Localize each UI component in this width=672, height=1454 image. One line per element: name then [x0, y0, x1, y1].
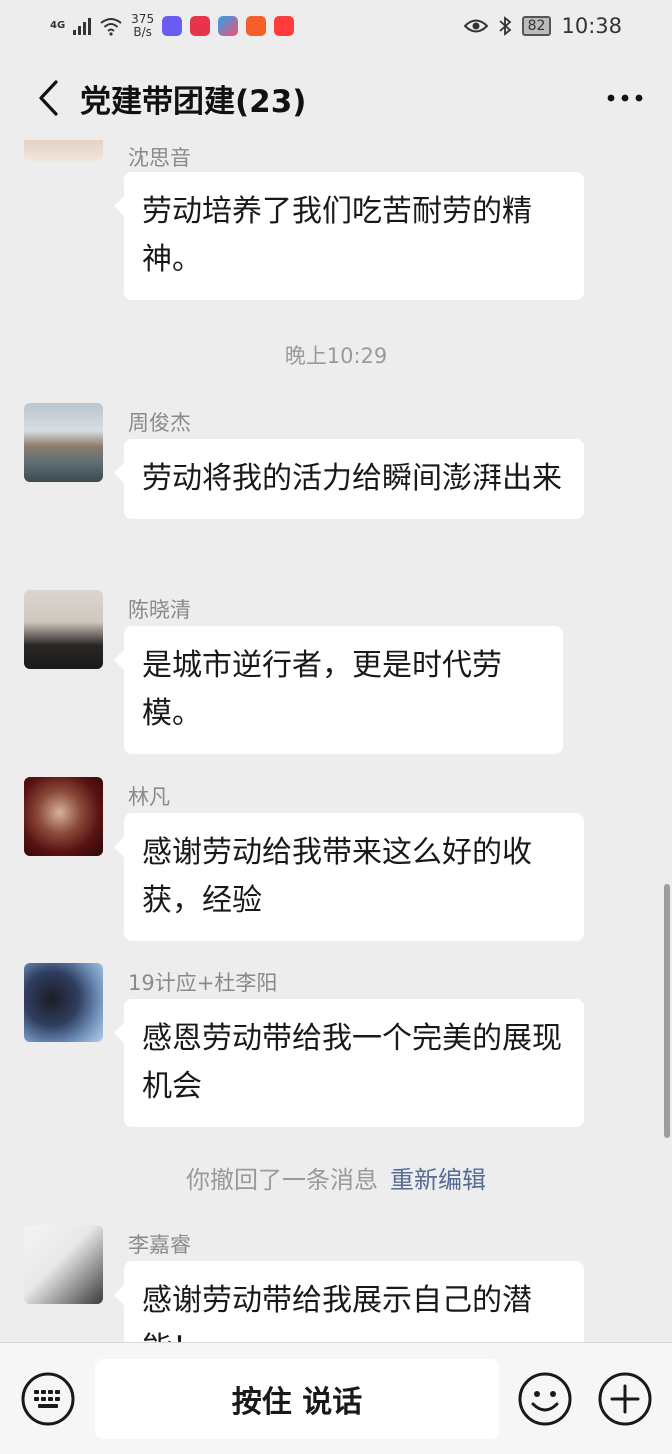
network-type: 4G	[50, 20, 66, 31]
video-app-icon	[162, 16, 183, 36]
back-button[interactable]	[18, 68, 78, 128]
input-bar: 按住 说话	[0, 1342, 672, 1454]
huawei-mall-icon	[274, 16, 295, 36]
message-bubble[interactable]: 感谢劳动带给我展示自己的潜能！	[114, 1261, 584, 1342]
avatar[interactable]	[24, 403, 103, 482]
message-bubble[interactable]: 是城市逆行者，更是时代劳模。	[114, 626, 563, 754]
chat-title: 党建带团建(23)	[80, 83, 307, 120]
sender-name: 李嘉睿	[128, 1233, 191, 1257]
more-icon	[607, 94, 643, 102]
sender-name: 林凡	[128, 785, 170, 809]
battery-level: 82	[521, 16, 552, 36]
status-time: 10:38	[561, 14, 622, 38]
network-speed: 375 B/s	[131, 13, 154, 39]
plus-circle-icon	[598, 1372, 652, 1426]
avatar[interactable]	[24, 963, 103, 1042]
network-speed-value: 375	[131, 12, 155, 26]
avatar[interactable]	[24, 777, 103, 856]
timestamp: 晚上10:29	[284, 344, 388, 368]
more-functions-button[interactable]	[597, 1371, 653, 1427]
avatar[interactable]	[24, 1225, 103, 1304]
emoji-button[interactable]	[517, 1371, 573, 1427]
keyboard-toggle-button[interactable]	[20, 1371, 76, 1427]
chat-area[interactable]: 沈思音 劳动培养了我们吃苦耐劳的精神。 晚上10:29 周俊杰 劳动将我的活力给…	[0, 140, 672, 1342]
nav-bar: 党建带团建(23)	[0, 56, 672, 140]
c-app-icon	[246, 16, 267, 36]
keyboard-icon	[21, 1372, 75, 1426]
avatar[interactable]	[24, 140, 103, 161]
status-left: 4G 375 B/s	[50, 13, 295, 39]
scrollbar[interactable]	[664, 884, 670, 1138]
sender-name: 19计应+杜李阳	[128, 971, 278, 995]
recall-notice: 你撤回了一条消息 重新编辑	[0, 1160, 672, 1195]
message-bubble[interactable]: 劳动将我的活力给瞬间澎湃出来	[114, 439, 584, 519]
bluetooth-icon	[499, 16, 512, 36]
message-bubble[interactable]: 感恩劳动带给我一个完美的展现机会	[114, 999, 584, 1127]
network-speed-unit: B/s	[133, 25, 152, 39]
hold-to-talk-button[interactable]: 按住 说话	[95, 1359, 499, 1439]
message-bubble[interactable]: 感谢劳动给我带来这么好的收获，经验	[114, 813, 584, 941]
emoji-icon	[518, 1372, 572, 1426]
sender-name: 沈思音	[128, 146, 191, 170]
shopping-app-icon	[190, 16, 211, 36]
message-bubble[interactable]: 劳动培养了我们吃苦耐劳的精神。	[114, 172, 584, 300]
eye-comfort-icon	[463, 19, 488, 33]
youku-app-icon	[218, 16, 239, 36]
re-edit-link[interactable]: 重新编辑	[390, 1166, 486, 1194]
chevron-left-icon	[39, 80, 58, 116]
recall-text: 你撤回了一条消息	[186, 1166, 378, 1194]
avatar[interactable]	[24, 590, 103, 669]
status-right: 82 10:38	[463, 14, 622, 38]
more-button[interactable]	[600, 73, 650, 123]
wifi-icon	[100, 18, 122, 36]
sender-name: 陈晓清	[128, 598, 191, 622]
signal-bars-icon	[73, 17, 92, 35]
status-bar: 4G 375 B/s 82 10:38	[0, 0, 672, 52]
sender-name: 周俊杰	[128, 411, 191, 435]
